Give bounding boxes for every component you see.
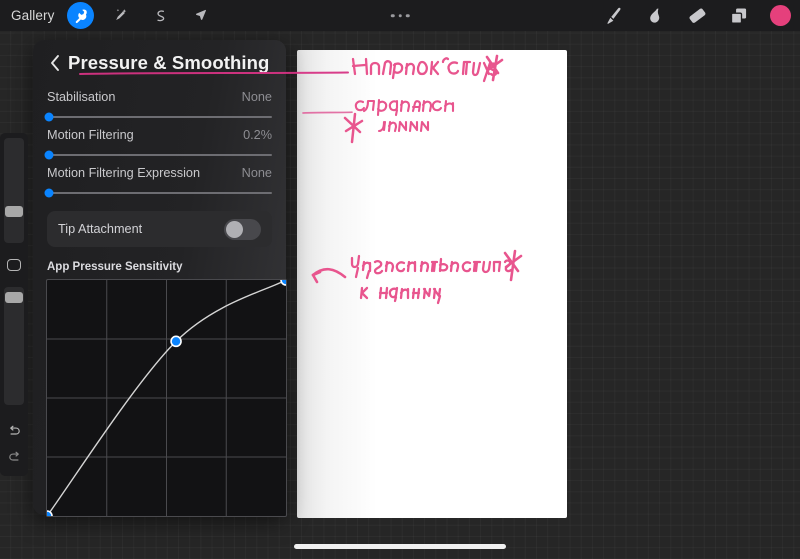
pressure-curve-graph[interactable] — [46, 279, 287, 517]
setting-row-motion-filtering-expression: Motion Filtering Expression None — [44, 166, 272, 198]
setting-value: 0.2% — [243, 128, 272, 142]
layers-icon[interactable] — [728, 5, 750, 27]
motion-filtering-knob[interactable] — [44, 150, 54, 160]
setting-label: Motion Filtering Expression — [47, 166, 201, 180]
setting-value: None — [241, 166, 272, 180]
drawing-canvas[interactable] — [297, 50, 567, 518]
home-indicator — [294, 544, 506, 549]
brush-size-slider[interactable] — [4, 138, 24, 243]
page-title: Pressure & Smoothing — [68, 52, 270, 73]
setting-label: Stabilisation — [47, 90, 116, 104]
toggle-knob — [226, 220, 243, 238]
color-swatch-button[interactable] — [770, 5, 791, 26]
procreate-app: Gallery Pressure & Smoothing Stabilisati… — [0, 0, 800, 559]
motion-filtering-slider[interactable] — [44, 150, 272, 160]
redo-button[interactable] — [0, 444, 28, 470]
paintbrush-glyph — [607, 7, 621, 24]
setting-value: None — [241, 90, 272, 104]
eraser-glyph — [688, 8, 705, 23]
stabilisation-slider[interactable] — [44, 112, 272, 122]
tip-attachment-label: Tip Attachment — [58, 222, 143, 236]
setting-line: Motion Filtering Expression None — [47, 166, 272, 180]
gallery-button[interactable]: Gallery — [11, 8, 54, 23]
dot — [390, 13, 395, 18]
modify-button[interactable] — [0, 251, 28, 279]
setting-line: Motion Filtering 0.2% — [47, 128, 272, 142]
opacity-slider[interactable] — [4, 287, 24, 405]
smudge-icon[interactable] — [644, 5, 666, 27]
stabilisation-knob[interactable] — [44, 112, 54, 122]
dot — [405, 13, 410, 18]
undo-icon — [9, 425, 20, 435]
wrench-icon[interactable] — [67, 2, 95, 29]
top-toolbar: Gallery — [0, 0, 800, 31]
motion-filtering-expression-knob[interactable] — [44, 188, 54, 198]
redo-icon — [8, 451, 19, 461]
arrow-glyph — [196, 9, 207, 20]
right-tool-group — [602, 0, 791, 31]
setting-row-motion-filtering: Motion Filtering 0.2% — [44, 128, 272, 160]
grid-lines — [47, 280, 286, 516]
setting-label: Motion Filtering — [47, 128, 134, 142]
opacity-knob[interactable] — [5, 292, 23, 304]
chevron-left-icon[interactable] — [47, 52, 63, 74]
paintbrush-icon[interactable] — [602, 5, 624, 27]
s-curve-selection-icon[interactable] — [147, 2, 174, 29]
more-options-button[interactable] — [390, 13, 410, 18]
smudge-glyph — [649, 7, 659, 23]
brush-size-knob[interactable] — [5, 205, 23, 217]
left-sidebar — [0, 133, 28, 476]
curve-svg — [47, 280, 286, 516]
pressure-smoothing-panel: Pressure & Smoothing Stabilisation None … — [33, 40, 287, 517]
undo-button[interactable] — [0, 418, 28, 444]
square-icon — [7, 259, 21, 271]
arrow-transform-icon[interactable] — [187, 2, 214, 29]
tip-attachment-row[interactable]: Tip Attachment — [47, 211, 272, 247]
wrench-glyph — [75, 9, 87, 23]
setting-line: Stabilisation None — [47, 90, 272, 104]
curve-section-label: App Pressure Sensitivity — [47, 261, 183, 273]
magic-wand-icon[interactable] — [107, 2, 134, 29]
magic-wand-glyph — [116, 8, 127, 20]
curve-control-point-1[interactable] — [170, 335, 182, 348]
motion-filtering-expression-slider[interactable] — [44, 188, 272, 198]
curve-control-point-2[interactable] — [280, 280, 286, 286]
setting-row-stabilisation: Stabilisation None — [44, 90, 272, 122]
eraser-icon[interactable] — [686, 5, 708, 27]
panel-header: Pressure & Smoothing — [47, 40, 272, 80]
curve-control-point-0[interactable] — [47, 510, 53, 516]
tip-attachment-toggle[interactable] — [224, 218, 261, 240]
s-curve-glyph — [157, 9, 165, 21]
layers-glyph — [730, 8, 747, 24]
dot — [398, 13, 402, 18]
